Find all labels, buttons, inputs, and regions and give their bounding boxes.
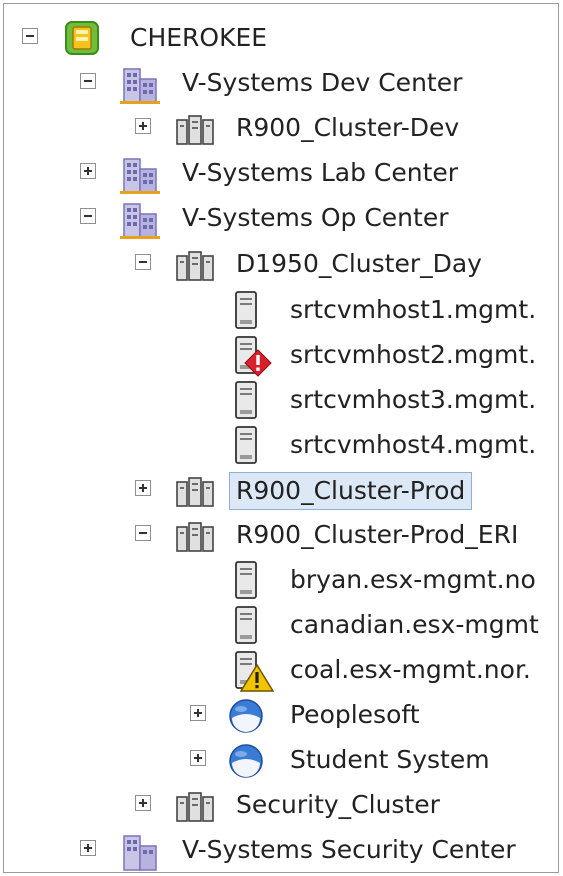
tree-label: bryan.esx-mgmt.no (290, 565, 536, 594)
tree-node-host-4[interactable]: srtcvmhost4.mgmt. (0, 425, 563, 465)
tree-label: srtcvmhost1.mgmt. (290, 295, 537, 324)
collapse-toggle-icon[interactable] (135, 254, 151, 270)
tree-label: Security_Cluster (236, 790, 440, 819)
tree-label: canadian.esx-mgmt (290, 610, 539, 639)
tree-node-pool-peoplesoft[interactable]: Peoplesoft (0, 695, 563, 735)
expand-toggle-icon[interactable] (135, 480, 151, 496)
tree-label: srtcvmhost2.mgmt. (290, 340, 537, 369)
datacenter-icon (118, 832, 162, 876)
datacenter-icon (118, 155, 162, 199)
cluster-icon (174, 112, 216, 152)
tree-label: V-Systems Lab Center (182, 158, 459, 187)
tree-node-cluster-prod[interactable]: R900_Cluster-Prod (0, 470, 563, 510)
tree-node-datacenter-op[interactable]: V-Systems Op Center (0, 198, 563, 239)
cluster-icon (174, 789, 216, 829)
tree-label: Student System (290, 745, 490, 774)
tree-label: srtcvmhost4.mgmt. (290, 430, 537, 459)
tree-node-cluster-prod-erp[interactable]: R900_Cluster-Prod_ERI (0, 515, 563, 555)
datacenter-icon (118, 200, 162, 244)
tree-label: srtcvmhost3.mgmt. (290, 385, 537, 414)
tree-node-cluster-security[interactable]: Security_Cluster (0, 785, 563, 825)
inventory-tree: CHEROKEE V-Systems Dev Center R900_Clust… (0, 0, 563, 871)
tree-label: V-Systems Security Center (182, 835, 516, 864)
tree-node-cluster-day[interactable]: D1950_Cluster_Day (0, 244, 563, 284)
warning-icon (239, 663, 275, 696)
vcenter-icon (64, 20, 100, 60)
tree-label: coal.esx-mgmt.nor. (290, 655, 531, 684)
expand-toggle-icon[interactable] (80, 163, 96, 179)
host-icon (232, 380, 260, 424)
collapse-toggle-icon[interactable] (135, 525, 151, 541)
collapse-toggle-icon[interactable] (22, 28, 38, 44)
collapse-toggle-icon[interactable] (80, 208, 96, 224)
tree-label: V-Systems Op Center (182, 203, 449, 232)
tree-node-host-coal[interactable]: coal.esx-mgmt.nor. (0, 650, 563, 692)
tree-node-host-3[interactable]: srtcvmhost3.mgmt. (0, 380, 563, 420)
tree-node-datacenter-security[interactable]: V-Systems Security Center (0, 830, 563, 871)
tree-label: R900_Cluster-Prod_ERI (236, 520, 519, 549)
tree-label: D1950_Cluster_Day (236, 249, 482, 278)
cluster-icon (174, 519, 216, 559)
tree-node-datacenter-lab[interactable]: V-Systems Lab Center (0, 153, 563, 194)
host-icon (232, 605, 260, 649)
tree-node-host-bryan[interactable]: bryan.esx-mgmt.no (0, 560, 563, 600)
tree-node-host-2[interactable]: srtcvmhost2.mgmt. (0, 335, 563, 377)
tree-label: V-Systems Dev Center (182, 68, 463, 97)
tree-label: R900_Cluster-Dev (236, 113, 460, 142)
host-icon (232, 290, 260, 334)
tree-node-host-1[interactable]: srtcvmhost1.mgmt. (0, 290, 563, 330)
tree-label-selected: R900_Cluster-Prod (229, 472, 473, 510)
expand-toggle-icon[interactable] (190, 705, 206, 721)
datacenter-icon (118, 65, 162, 109)
expand-toggle-icon[interactable] (135, 118, 151, 134)
expand-toggle-icon[interactable] (80, 840, 96, 856)
host-icon (232, 560, 260, 604)
host-icon (232, 425, 260, 469)
resource-pool-icon (228, 743, 264, 783)
tree-node-host-canadian[interactable]: canadian.esx-mgmt (0, 605, 563, 645)
error-icon (244, 349, 272, 381)
tree-node-datacenter-dev[interactable]: V-Systems Dev Center (0, 63, 563, 104)
tree-label: Peoplesoft (290, 700, 420, 729)
resource-pool-icon (228, 698, 264, 738)
expand-toggle-icon[interactable] (190, 750, 206, 766)
expand-toggle-icon[interactable] (135, 795, 151, 811)
tree-node-cherokee[interactable]: CHEROKEE (0, 18, 563, 58)
collapse-toggle-icon[interactable] (80, 73, 96, 89)
cluster-icon (174, 248, 216, 288)
tree-node-cluster-dev[interactable]: R900_Cluster-Dev (0, 108, 563, 148)
tree-node-pool-student[interactable]: Student System (0, 740, 563, 780)
tree-label: CHEROKEE (130, 23, 268, 52)
cluster-icon (174, 474, 216, 514)
